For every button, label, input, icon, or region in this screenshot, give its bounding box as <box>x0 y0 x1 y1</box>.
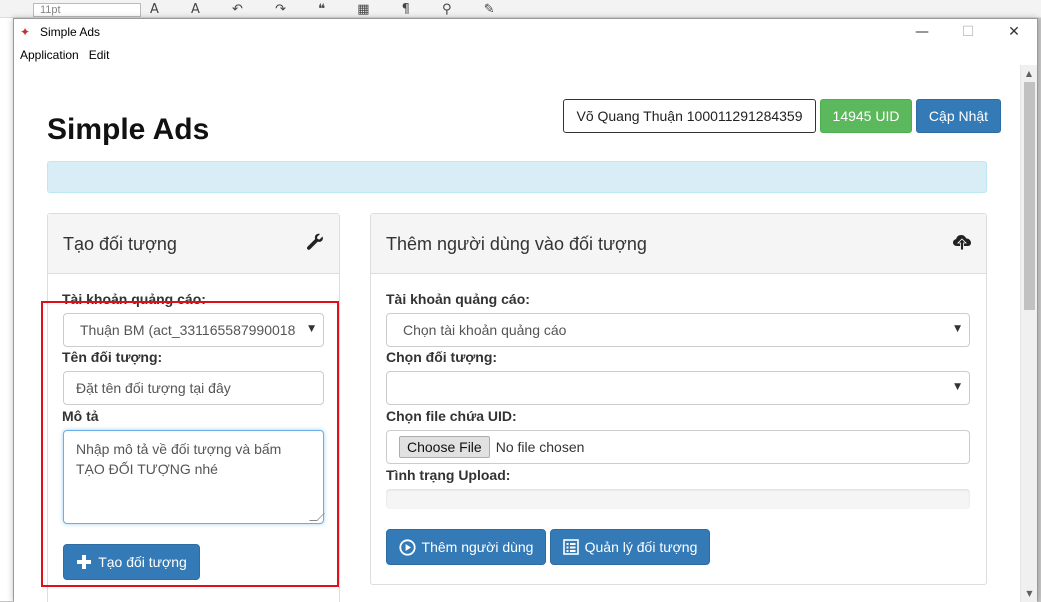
upload-status-label: Tình trạng Upload: <box>386 467 511 483</box>
scroll-down-arrow-icon[interactable]: ▼ <box>1021 585 1038 602</box>
description-textarea[interactable]: Nhập mô tả về đối tượng và bấm TẠO ĐỐI T… <box>63 430 325 524</box>
audience-name-label: Tên đối tượng: <box>62 349 163 365</box>
no-file-text: No file chosen <box>495 439 585 455</box>
vertical-scrollbar[interactable]: ▲ ▼ <box>1020 65 1037 602</box>
star-icon: ✦ <box>20 25 31 39</box>
minimize-button[interactable]: — <box>899 19 945 45</box>
create-panel-header: Tạo đối tượng <box>48 214 339 274</box>
manage-audience-button-label: Quản lý đối tượng <box>584 539 698 555</box>
background-toolbar-icons: A A ↶ ↷ ❝ ▦ ¶ ⚲ ✎ <box>150 2 509 17</box>
add-ad-account-label: Tài khoản quảng cáo: <box>386 291 530 307</box>
scroll-up-arrow-icon[interactable]: ▲ <box>1021 65 1037 82</box>
chevron-down-icon: ▼ <box>308 324 315 334</box>
create-ad-account-label: Tài khoản quảng cáo: <box>62 291 206 307</box>
audience-name-input[interactable]: Đặt tên đối tượng tại đây <box>63 371 324 405</box>
menu-application[interactable]: Application <box>20 48 85 62</box>
close-button[interactable]: ✕ <box>991 19 1037 45</box>
app-window: ✦ Simple Ads — ☐ ✕ Application Edit Simp… <box>13 18 1038 602</box>
window-controls: — ☐ ✕ <box>899 19 1037 45</box>
uid-count-button[interactable]: 14945 UID <box>820 99 912 133</box>
add-ad-account-value: Chọn tài khoản quảng cáo <box>403 322 567 338</box>
font-size-field: 11pt <box>33 3 141 17</box>
audience-select[interactable]: ▼ <box>386 371 970 405</box>
background-toolbar: 11pt A A ↶ ↷ ❝ ▦ ¶ ⚲ ✎ <box>0 0 1041 18</box>
uid-file-label: Chọn file chứa UID: <box>386 408 517 424</box>
menu-edit[interactable]: Edit <box>89 48 116 62</box>
menu-bar: Application Edit <box>14 45 1037 65</box>
add-users-panel-header: Thêm người dùng vào đối tượng <box>371 214 986 274</box>
audience-name-placeholder: Đặt tên đối tượng tại đây <box>76 380 231 396</box>
add-users-button-label: Thêm người dùng <box>421 539 534 555</box>
create-audience-button[interactable]: Tạo đối tượng <box>63 544 200 580</box>
uid-file-input[interactable]: Choose File No file chosen <box>386 430 970 464</box>
create-ad-account-value: Thuận BM (act_331165587990018 <box>80 322 296 338</box>
description-placeholder-line1: Nhập mô tả về đối tượng và bấm <box>76 441 282 457</box>
resize-grip-icon[interactable] <box>309 513 325 521</box>
maximize-button[interactable]: ☐ <box>945 19 991 45</box>
scrollbar-thumb[interactable] <box>1024 82 1035 310</box>
update-button[interactable]: Cập Nhật <box>916 99 1001 133</box>
add-users-button[interactable]: Thêm người dùng <box>386 529 546 565</box>
cloud-upload-icon <box>952 232 972 252</box>
choose-file-button[interactable]: Choose File <box>399 436 490 458</box>
upload-progress-bar <box>386 489 970 509</box>
main-content: Simple Ads Võ Quang Thuận 10001129128435… <box>14 65 1021 602</box>
info-alert <box>47 161 987 193</box>
chevron-down-icon: ▼ <box>954 382 961 392</box>
create-ad-account-select[interactable]: Thuận BM (act_331165587990018 ▼ <box>63 313 324 347</box>
create-panel-title: Tạo đối tượng <box>63 234 177 254</box>
description-label: Mô tả <box>62 408 99 424</box>
title-bar: ✦ Simple Ads — ☐ ✕ <box>14 19 1037 45</box>
create-audience-button-label: Tạo đối tượng <box>98 554 187 570</box>
chevron-down-icon: ▼ <box>954 324 961 334</box>
play-circle-icon <box>398 538 416 556</box>
wrench-icon <box>305 232 325 252</box>
window-title: Simple Ads <box>40 25 101 39</box>
audience-select-label: Chọn đối tượng: <box>386 349 498 365</box>
add-ad-account-select[interactable]: Chọn tài khoản quảng cáo ▼ <box>386 313 970 347</box>
manage-audience-button[interactable]: Quản lý đối tượng <box>550 529 710 565</box>
page-title: Simple Ads <box>47 113 210 146</box>
background-left-strip <box>0 18 14 601</box>
add-users-panel-title: Thêm người dùng vào đối tượng <box>386 234 647 254</box>
user-info-box: Võ Quang Thuận 100011291284359 <box>563 99 816 133</box>
description-placeholder-line2: TẠO ĐỐI TƯỢNG nhé <box>76 461 218 477</box>
plus-icon <box>76 554 92 570</box>
list-icon <box>562 539 579 555</box>
